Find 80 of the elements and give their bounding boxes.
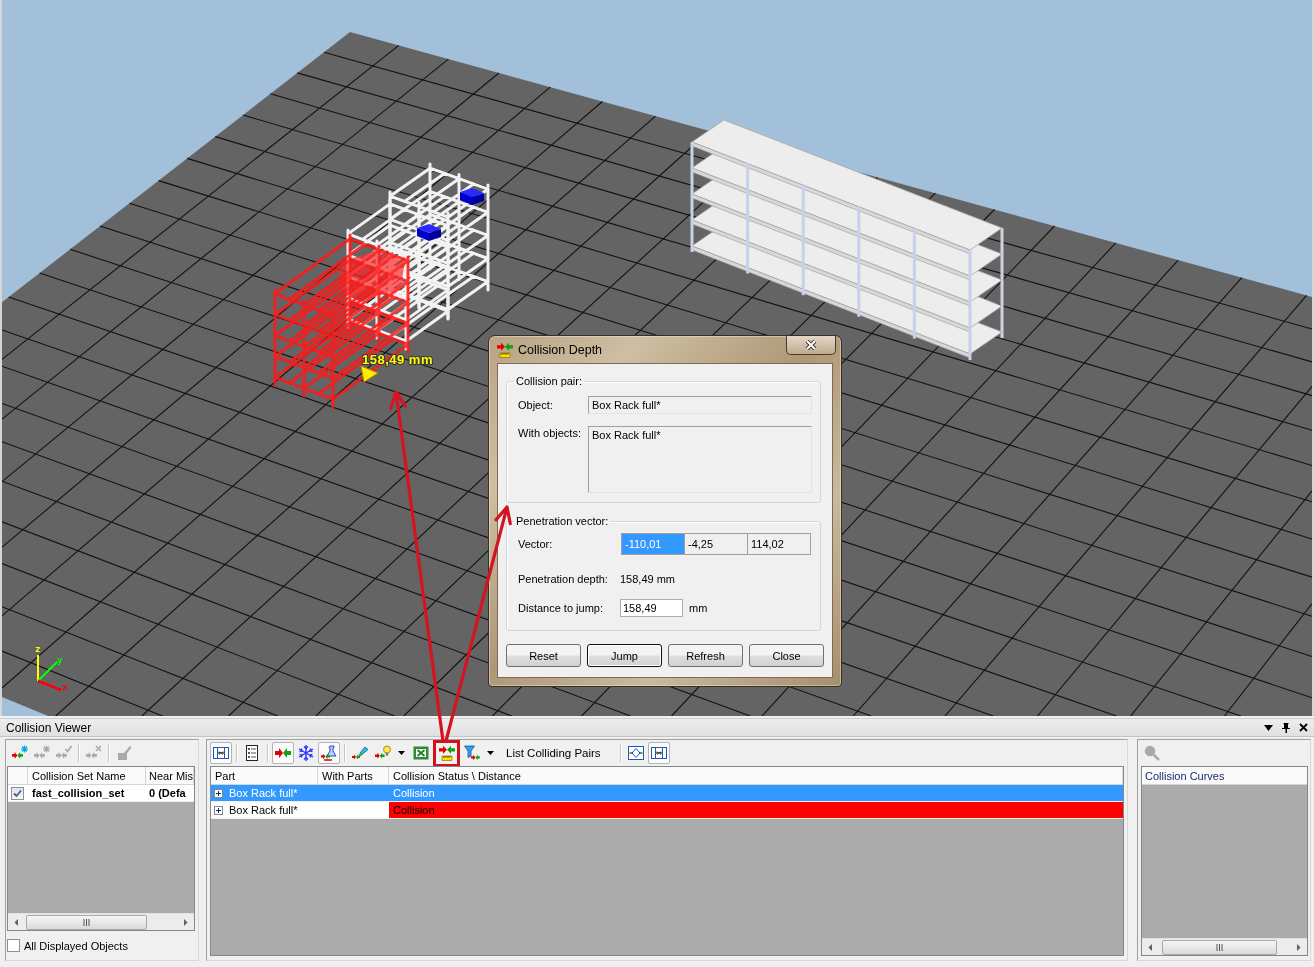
set-name: fast_collision_set xyxy=(32,787,125,799)
dialog-button[interactable]: Refresh xyxy=(668,644,743,667)
field-label: Distance to jump: xyxy=(518,602,604,614)
checkmark-icon xyxy=(13,788,22,798)
flask-arrows-icon xyxy=(321,745,337,761)
collision-status: Collision xyxy=(389,802,1123,818)
checkbox[interactable] xyxy=(11,786,24,800)
arrows-check-icon xyxy=(55,745,72,761)
expand-icon[interactable] xyxy=(214,788,223,798)
column-width-icon xyxy=(650,745,667,761)
depth-value: 158,49 mm xyxy=(620,572,676,585)
brush-icon xyxy=(115,745,132,761)
funnel-icon xyxy=(464,745,480,761)
dropdown-icon[interactable] xyxy=(1264,724,1273,731)
search-icon xyxy=(1144,745,1160,761)
scrollbar-thumb[interactable] xyxy=(26,914,147,930)
collision-status: Collision xyxy=(392,786,436,801)
checkbox[interactable] xyxy=(7,939,20,952)
object-field[interactable]: Box Rack full* xyxy=(588,396,812,414)
distance-field[interactable]: 158,49 xyxy=(620,599,683,617)
column-header: With Parts xyxy=(322,769,373,782)
storage-bin xyxy=(460,188,484,205)
toolbar-button[interactable] xyxy=(210,742,232,764)
column-header: Near Mis xyxy=(149,769,193,782)
flashlight-icon xyxy=(352,745,368,761)
arrows-sparkle-icon xyxy=(33,745,50,761)
ruler-arrows-icon xyxy=(438,745,455,761)
scrollbar-thumb[interactable] xyxy=(1162,939,1277,955)
spreadsheet-icon xyxy=(413,745,429,761)
near-miss-value: 0 (Defa xyxy=(149,787,186,799)
table-row[interactable]: Box Rack full* Collision xyxy=(211,802,1123,819)
caret-icon[interactable] xyxy=(487,751,494,755)
column-header: Collision Curves xyxy=(1145,769,1225,782)
axis-label: x xyxy=(62,682,68,692)
close-icon[interactable] xyxy=(1299,723,1308,732)
close-button[interactable] xyxy=(786,336,836,355)
toolbar-button[interactable]: List Colliding Pairs xyxy=(499,742,616,764)
dialog-button[interactable]: Close xyxy=(749,644,824,667)
snowflake-icon xyxy=(298,745,314,761)
vector-field[interactable]: 114,02 xyxy=(747,533,811,555)
ruler-arrows-icon xyxy=(497,341,513,358)
dialog-button[interactable]: Jump xyxy=(587,644,662,667)
unit-label: mm xyxy=(689,602,708,614)
cone-marker-icon xyxy=(360,365,379,383)
group-label: Collision pair: xyxy=(515,375,584,388)
group-label: Penetration vector: xyxy=(515,515,610,528)
frame-arrows-icon xyxy=(627,745,644,761)
lightbulb-arrows-icon xyxy=(375,745,391,761)
column-header: Part xyxy=(215,769,236,782)
grip-icon xyxy=(83,918,90,926)
dialog-title: Collision Depth xyxy=(518,342,603,357)
horizontal-scrollbar[interactable] xyxy=(1142,938,1307,955)
pin-icon[interactable] xyxy=(1282,722,1290,733)
panel-title: Collision Viewer xyxy=(6,720,92,735)
storage-bin xyxy=(417,224,441,241)
caret-icon[interactable] xyxy=(398,751,405,755)
close-icon xyxy=(805,340,817,350)
arrows-sparkle-icon xyxy=(11,745,28,761)
arrows-cross-icon xyxy=(85,745,102,761)
field-label: With objects: xyxy=(518,426,582,439)
objects-field[interactable]: Box Rack full* xyxy=(588,426,812,493)
column-header: Collision Set Name xyxy=(32,769,126,782)
dialog-button[interactable]: Reset xyxy=(506,644,581,667)
field-label: Object: xyxy=(518,399,554,411)
part-name: Box Rack full* xyxy=(229,804,298,816)
list-icon xyxy=(244,745,260,761)
table-row[interactable]: fast_collision_set 0 (Defa xyxy=(8,785,194,802)
toolbar-button[interactable] xyxy=(647,742,670,764)
vector-field[interactable]: -4,25 xyxy=(684,533,748,555)
axis-label: y xyxy=(57,655,63,665)
expand-icon[interactable] xyxy=(214,805,223,815)
field-label: Penetration depth: xyxy=(518,572,609,585)
grip-icon xyxy=(1216,943,1223,951)
column-width-icon xyxy=(213,745,229,761)
part-name: Box Rack full* xyxy=(229,787,298,799)
horizontal-scrollbar[interactable] xyxy=(8,913,194,930)
column-header: Collision Status \ Distance xyxy=(393,769,521,782)
field-label: Vector: xyxy=(518,538,554,550)
checkbox-label: All Displayed Objects xyxy=(24,939,128,952)
axis-label: z xyxy=(35,644,41,654)
